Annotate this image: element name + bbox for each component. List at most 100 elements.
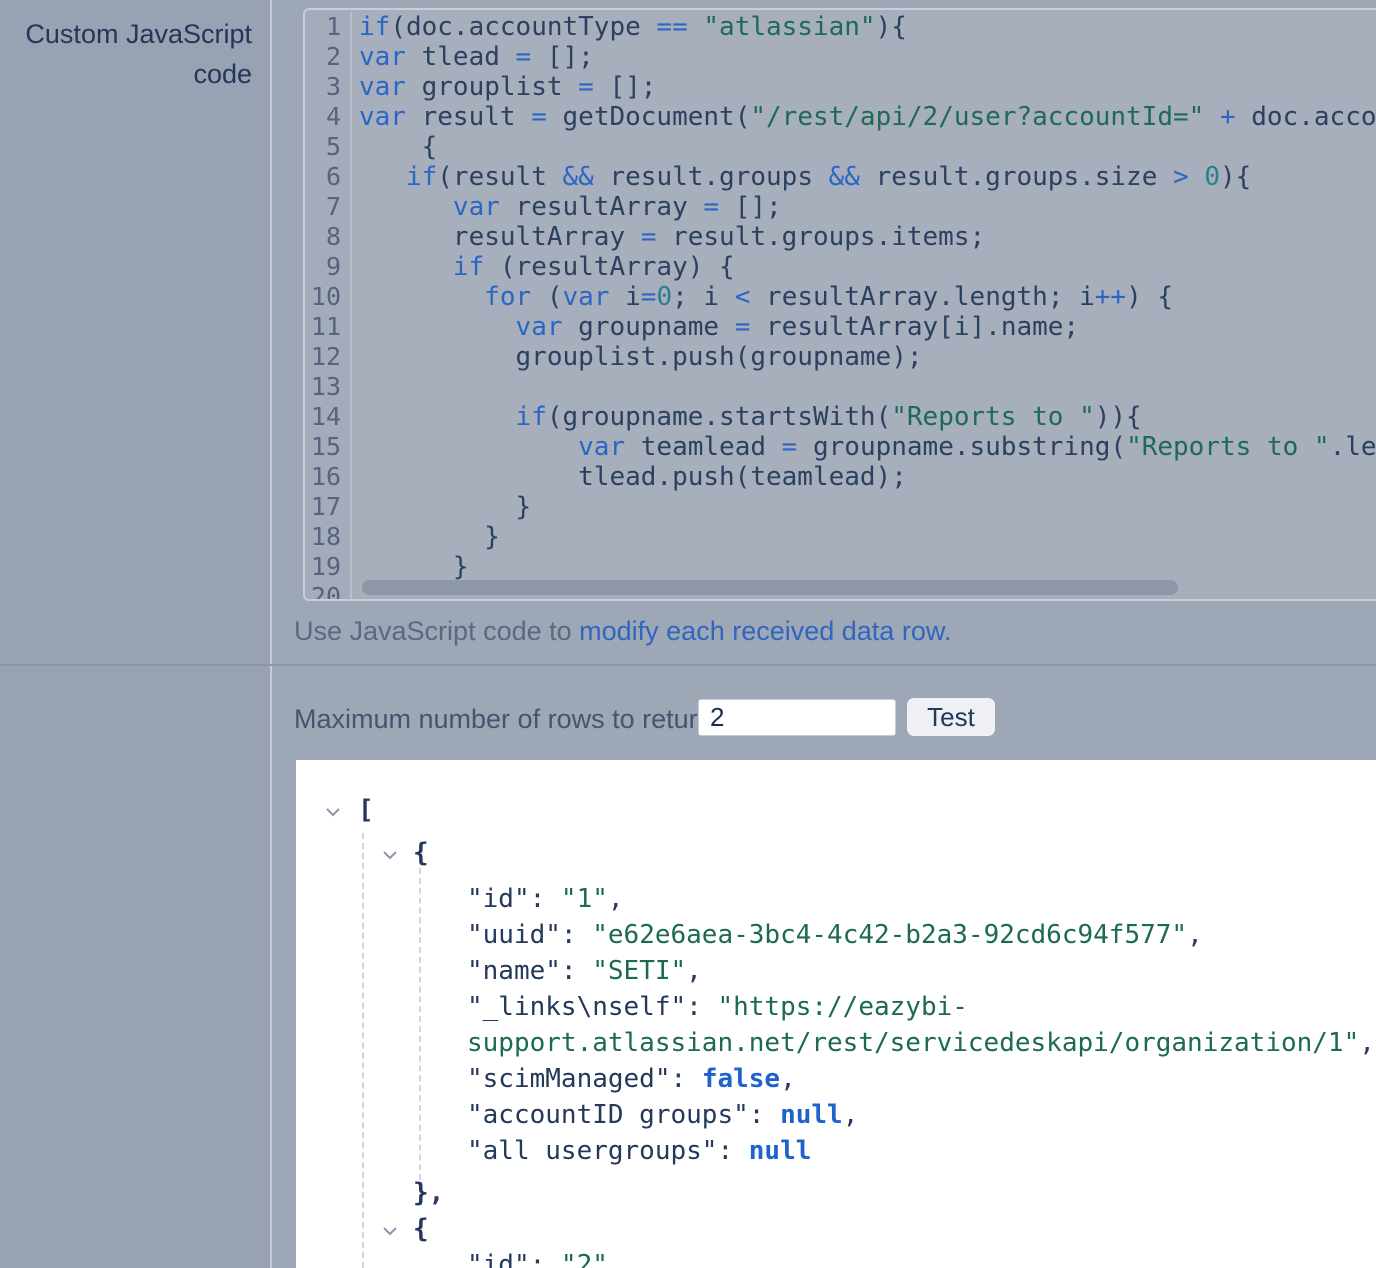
line-number: 10 — [305, 282, 352, 312]
code-line[interactable]: 9 if (resultArray) { — [305, 252, 1376, 282]
line-number: 6 — [305, 162, 352, 192]
line-number: 13 — [305, 372, 352, 402]
code-text: if (resultArray) { — [352, 252, 735, 282]
code-line[interactable]: 15 var teamlead = groupname.substring("R… — [305, 432, 1376, 462]
test-result-viewer: [ { "id": "1", "uuid": "e62e6aea-3bc4-4c42-… — [296, 760, 1376, 1268]
code-text: if(doc.accountType == "atlassian"){ — [352, 12, 907, 42]
json-row-text: support.atlassian.net/rest/servicedeskap… — [467, 1028, 1375, 1058]
code-line[interactable]: 1if(doc.accountType == "atlassian"){ — [305, 12, 1376, 42]
chevron-down-icon[interactable] — [322, 798, 344, 820]
code-line[interactable]: 16 tlead.push(teamlead); — [305, 462, 1376, 492]
custom-javascript-code-label: Custom JavaScript code — [0, 14, 252, 94]
code-text: tlead.push(teamlead); — [352, 462, 907, 492]
line-number: 15 — [305, 432, 352, 462]
line-number: 2 — [305, 42, 352, 72]
code-line[interactable]: 2var tlead = []; — [305, 42, 1376, 72]
line-number: 18 — [305, 522, 352, 552]
code-line[interactable]: 4var result = getDocument("/rest/api/2/u… — [305, 102, 1376, 132]
json-row-text: "uuid": "e62e6aea-3bc4-4c42-b2a3-92cd6c9… — [467, 920, 1203, 950]
json-row: "all usergroups": null — [296, 1134, 1376, 1170]
json-row: "id": "2", — [296, 1248, 1376, 1268]
json-row: support.atlassian.net/rest/servicedeskap… — [296, 1026, 1376, 1062]
test-button[interactable]: Test — [907, 698, 995, 736]
code-text: grouplist.push(groupname); — [352, 342, 923, 372]
json-row: "_links\nself": "https://eazybi- — [296, 990, 1376, 1026]
code-text — [352, 582, 359, 601]
line-number: 7 — [305, 192, 352, 222]
editor-hint: Use JavaScript code to modify each recei… — [294, 616, 951, 647]
chevron-down-icon[interactable] — [379, 841, 401, 863]
line-number: 16 — [305, 462, 352, 492]
code-text: var groupname = resultArray[i].name; — [352, 312, 1079, 342]
line-number: 9 — [305, 252, 352, 282]
code-text: if(groupname.startsWith("Reports to ")){ — [352, 402, 1142, 432]
code-text: } — [352, 522, 500, 552]
json-row-text: "_links\nself": "https://eazybi- — [467, 992, 968, 1022]
custom-javascript-code-editor[interactable]: 1if(doc.accountType == "atlassian"){2var… — [303, 8, 1376, 601]
code-text — [352, 372, 359, 402]
json-row: { — [296, 836, 1376, 882]
code-line[interactable]: 13 — [305, 372, 1376, 402]
section-divider — [0, 664, 1376, 666]
code-line[interactable]: 11 var groupname = resultArray[i].name; — [305, 312, 1376, 342]
json-row: "uuid": "e62e6aea-3bc4-4c42-b2a3-92cd6c9… — [296, 918, 1376, 954]
line-number: 4 — [305, 102, 352, 132]
code-line[interactable]: 7 var resultArray = []; — [305, 192, 1376, 222]
line-number: 5 — [305, 132, 352, 162]
max-rows-label: Maximum number of rows to return — [294, 704, 713, 735]
code-line[interactable]: 5 { — [305, 132, 1376, 162]
code-text: var result = getDocument("/rest/api/2/us… — [352, 102, 1376, 132]
code-line[interactable]: 8 resultArray = result.groups.items; — [305, 222, 1376, 252]
code-line[interactable]: 18 } — [305, 522, 1376, 552]
code-line[interactable]: 12 grouplist.push(groupname); — [305, 342, 1376, 372]
code-text: resultArray = result.groups.items; — [352, 222, 985, 252]
json-row: [ — [296, 793, 1376, 836]
json-row-text: [ — [358, 795, 374, 825]
code-text: var resultArray = []; — [352, 192, 782, 222]
code-line[interactable]: 14 if(groupname.startsWith("Reports to "… — [305, 402, 1376, 432]
hint-text: Use JavaScript code to — [294, 616, 579, 646]
chevron-down-icon[interactable] — [379, 1217, 401, 1239]
json-row-text: "all usergroups": null — [467, 1136, 811, 1166]
code-line[interactable]: 17 } — [305, 492, 1376, 522]
max-rows-input[interactable] — [698, 699, 896, 736]
json-row-text: "name": "SETI", — [467, 956, 702, 986]
code-text: } — [352, 552, 469, 582]
line-number: 14 — [305, 402, 352, 432]
result-rows: [ { "id": "1", "uuid": "e62e6aea-3bc4-4c42-… — [296, 793, 1376, 1268]
line-number: 19 — [305, 552, 352, 582]
json-row: "id": "1", — [296, 882, 1376, 918]
code-text: { — [352, 132, 437, 162]
code-text: var grouplist = []; — [352, 72, 656, 102]
line-number: 11 — [305, 312, 352, 342]
json-row-text: "accountID groups": null, — [467, 1100, 858, 1130]
code-text: } — [352, 492, 531, 522]
json-row: "accountID groups": null, — [296, 1098, 1376, 1134]
code-line[interactable]: 10 for (var i=0; i < resultArray.length;… — [305, 282, 1376, 312]
editor-horizontal-scrollbar[interactable] — [362, 580, 1178, 595]
modify-data-row-link[interactable]: modify each received data row. — [579, 616, 951, 646]
json-row-text: "id": "1", — [467, 884, 624, 914]
code-line[interactable]: 6 if(result && result.groups && result.g… — [305, 162, 1376, 192]
json-row-text: "scimManaged": false, — [467, 1064, 796, 1094]
code-text: for (var i=0; i < resultArray.length; i+… — [352, 282, 1173, 312]
json-row-text: { — [413, 1214, 429, 1244]
code-text: var teamlead = groupname.substring("Repo… — [352, 432, 1376, 462]
line-number: 3 — [305, 72, 352, 102]
json-row: "name": "SETI", — [296, 954, 1376, 990]
line-number: 17 — [305, 492, 352, 522]
code-line[interactable]: 3var grouplist = []; — [305, 72, 1376, 102]
json-row-text: { — [413, 838, 429, 868]
code-line[interactable]: 19 } — [305, 552, 1376, 582]
json-row: }, — [296, 1176, 1376, 1212]
json-row-text: "id": "2", — [467, 1250, 624, 1268]
code-text: var tlead = []; — [352, 42, 594, 72]
json-row-text: }, — [413, 1178, 444, 1208]
json-row: { — [296, 1212, 1376, 1248]
code-text: if(result && result.groups && result.gro… — [352, 162, 1251, 192]
line-number: 8 — [305, 222, 352, 252]
form-label-column: Custom JavaScript code — [0, 0, 272, 1268]
code-lines: 1if(doc.accountType == "atlassian"){2var… — [305, 12, 1376, 601]
json-row: "scimManaged": false, — [296, 1062, 1376, 1098]
line-number: 12 — [305, 342, 352, 372]
